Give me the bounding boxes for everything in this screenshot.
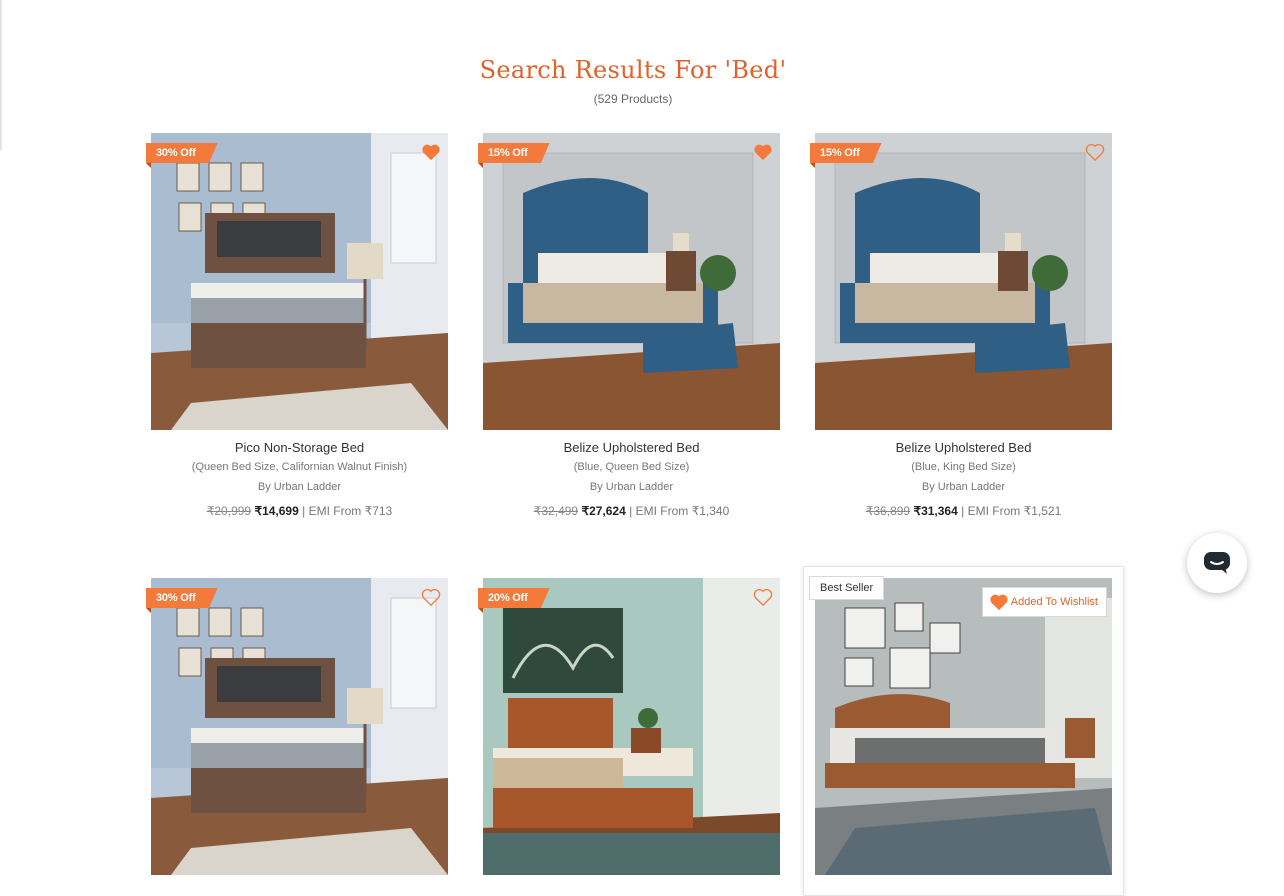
badge-fold — [146, 163, 151, 168]
emi-text: | EMI From ₹1,340 — [629, 504, 730, 518]
discount-badge: 20% Off — [478, 588, 550, 608]
price-row: ₹32,499 ₹27,624 | EMI From ₹1,340 — [483, 504, 780, 518]
discount-badge: 15% Off — [810, 143, 882, 163]
chat-button[interactable] — [1187, 533, 1247, 593]
product-title[interactable]: Belize Upholstered Bed — [483, 440, 780, 455]
page-title: Search Results For 'Bed' — [479, 56, 787, 84]
sale-price: ₹14,699 — [254, 504, 299, 518]
wishlist-label: Added To Wishlist — [1010, 596, 1098, 608]
heart-icon[interactable] — [753, 588, 773, 606]
discount-badge: 15% Off — [478, 143, 550, 163]
sale-price: ₹27,624 — [581, 504, 626, 518]
product-info: Belize Upholstered Bed (Blue, Queen Bed … — [483, 440, 780, 518]
product-image[interactable] — [815, 133, 1112, 430]
heart-icon[interactable] — [421, 143, 441, 161]
heart-icon — [990, 594, 1008, 611]
product-info: Belize Upholstered Bed (Blue, King Bed S… — [815, 440, 1112, 518]
badge-fold — [810, 163, 815, 168]
emi-text: | EMI From ₹713 — [302, 504, 393, 518]
heart-icon[interactable] — [421, 588, 441, 606]
badge-fold — [478, 163, 483, 168]
product-title[interactable]: Belize Upholstered Bed — [815, 440, 1112, 455]
original-price: ₹32,499 — [533, 504, 579, 518]
best-seller-badge: Best Seller — [809, 576, 885, 600]
discount-badge: 30% Off — [146, 588, 218, 608]
badge-fold — [146, 608, 151, 613]
product-count: (529 Products) — [593, 92, 673, 106]
product-image[interactable] — [151, 133, 448, 430]
product-brand: By Urban Ladder — [257, 481, 342, 493]
sale-price: ₹31,364 — [913, 504, 958, 518]
badge-fold — [478, 608, 483, 613]
product-variant: (Queen Bed Size, Californian Walnut Fini… — [191, 461, 408, 473]
added-to-wishlist-button[interactable]: Added To Wishlist — [981, 587, 1107, 617]
original-price: ₹36,899 — [865, 504, 911, 518]
product-brand: By Urban Ladder — [921, 481, 1006, 493]
emi-text: | EMI From ₹1,521 — [961, 504, 1062, 518]
product-image[interactable] — [815, 578, 1112, 875]
search-results-header: Search Results For 'Bed' (529 Products) — [0, 56, 1266, 106]
price-row: ₹36,899 ₹31,364 | EMI From ₹1,521 — [815, 504, 1112, 518]
product-title[interactable]: Pico Non-Storage Bed — [151, 440, 448, 455]
chat-icon — [1204, 552, 1230, 574]
product-variant: (Blue, King Bed Size) — [911, 461, 1016, 473]
product-image[interactable] — [151, 578, 448, 875]
price-row: ₹20,999 ₹14,699 | EMI From ₹713 — [151, 504, 448, 518]
product-image[interactable] — [483, 133, 780, 430]
heart-icon[interactable] — [753, 143, 773, 161]
product-card[interactable]: Best Seller Added To Wishlist — [803, 566, 1124, 896]
product-brand: By Urban Ladder — [589, 481, 674, 493]
product-variant: (Blue, Queen Bed Size) — [573, 461, 690, 473]
product-image[interactable] — [483, 578, 780, 875]
discount-badge: 30% Off — [146, 143, 218, 163]
product-info: Pico Non-Storage Bed (Queen Bed Size, Ca… — [151, 440, 448, 518]
original-price: ₹20,999 — [206, 504, 252, 518]
heart-icon[interactable] — [1085, 143, 1105, 161]
